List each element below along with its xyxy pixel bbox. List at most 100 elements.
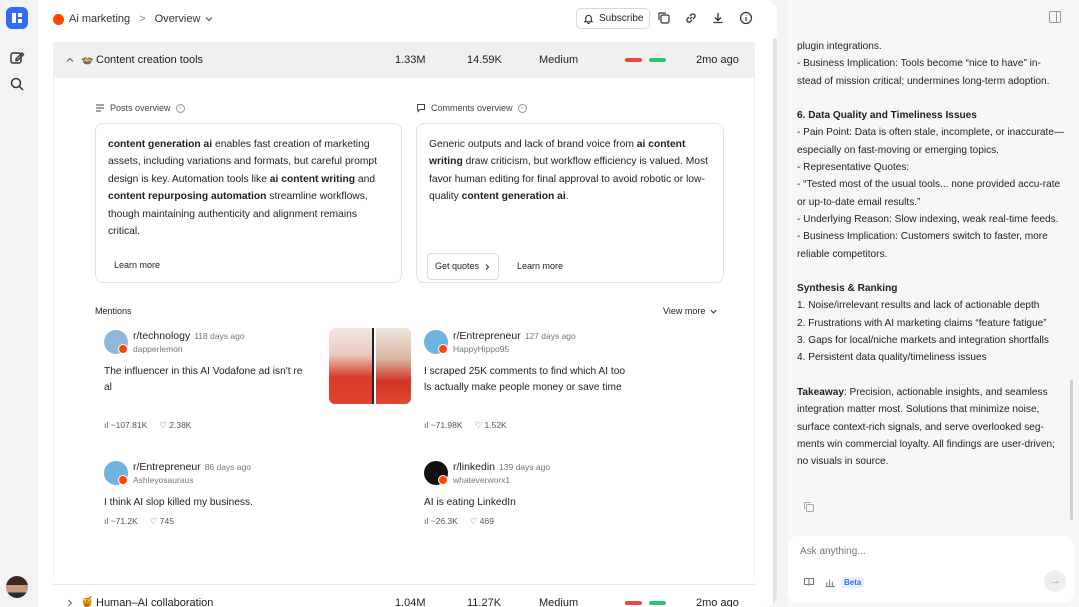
view-more-label: View more bbox=[663, 306, 706, 316]
response-gap bbox=[797, 90, 1065, 107]
reddit-badge-icon bbox=[118, 344, 128, 354]
views-value: ~107.81K bbox=[110, 420, 148, 430]
response-line: - Business Implication: Tools become “ni… bbox=[797, 58, 1050, 87]
mention-card[interactable]: r/technology 118 days ago dapperlemon The… bbox=[104, 330, 314, 440]
learn-more-button[interactable]: Learn more bbox=[106, 253, 168, 278]
likes-value: 2.38K bbox=[169, 420, 192, 430]
get-quotes-button[interactable]: Get quotes bbox=[427, 253, 500, 281]
assistant-scrollbar[interactable] bbox=[1070, 380, 1073, 520]
ask-tools: Beta bbox=[803, 576, 865, 588]
response-line: plugin integrations. bbox=[797, 41, 882, 52]
top-bar: Ai marketing > Overview Subscribe bbox=[38, 0, 777, 38]
views-count: ıl ~71.98K bbox=[424, 420, 463, 430]
chevron-up-icon[interactable] bbox=[65, 55, 75, 65]
comments-overview-actions: Get quotes Learn more bbox=[427, 253, 571, 281]
mention-text: I scraped 25K comments to find which AI … bbox=[424, 366, 626, 393]
logo-icon[interactable] bbox=[6, 7, 28, 29]
ask-input[interactable] bbox=[800, 546, 1030, 557]
left-rail bbox=[0, 0, 36, 607]
likes-value: 1.52K bbox=[484, 420, 507, 430]
mentions-label: Mentions bbox=[95, 306, 132, 316]
mention-user: dapperlemon bbox=[133, 344, 183, 354]
download-icon[interactable] bbox=[711, 11, 725, 25]
breadcrumb-current[interactable]: Overview bbox=[155, 13, 201, 25]
mention-card[interactable]: r/linkedin 139 days ago whateverworx1 AI … bbox=[424, 461, 634, 531]
copy-icon[interactable] bbox=[657, 11, 671, 25]
likes-value: 469 bbox=[479, 516, 494, 526]
response-line: - Business Implication: Customers switch… bbox=[797, 231, 1048, 260]
text-segment: and bbox=[355, 173, 376, 185]
mention-thumbnail[interactable] bbox=[329, 328, 411, 404]
likes-count: ♡ 1.52K bbox=[474, 420, 507, 430]
main-scrollbar[interactable] bbox=[773, 38, 777, 607]
comments-overview-text: Generic outputs and lack of brand voice … bbox=[429, 136, 711, 206]
posts-overview-actions: Learn more bbox=[106, 253, 168, 278]
topic-row[interactable]: 🍲 Content creation tools 1.33M 14.59K Me… bbox=[53, 42, 755, 78]
info-icon[interactable]: i bbox=[175, 103, 185, 113]
breadcrumb-separator: > bbox=[139, 13, 146, 25]
sentiment-negative-bar bbox=[625, 58, 642, 62]
mention-card[interactable]: r/Entrepreneur 86 days ago Ashleyosauraus… bbox=[104, 461, 314, 531]
chevron-right-icon[interactable] bbox=[65, 598, 75, 607]
sentiment-positive-bar bbox=[649, 600, 666, 605]
bar-chart-icon bbox=[825, 579, 836, 587]
mention-stats: ıl ~71.98K ♡ 1.52K bbox=[424, 420, 507, 431]
mention-user: HappyHippo95 bbox=[453, 344, 510, 354]
mention-text: I think AI slop killed my business. bbox=[104, 497, 253, 508]
book-icon[interactable] bbox=[803, 576, 815, 588]
beta-badge: Beta bbox=[841, 576, 865, 588]
topic-mentions: 1.33M bbox=[395, 54, 426, 66]
chevron-down-icon[interactable] bbox=[204, 14, 214, 24]
subreddit-name: r/linkedin bbox=[453, 461, 496, 473]
response-line: - Underlying Reason: Slow indexing, weak… bbox=[797, 213, 1059, 225]
topic-emoji: 🍯 bbox=[81, 597, 94, 607]
views-count: ıl ~26.3K bbox=[424, 516, 458, 526]
reddit-badge-icon bbox=[118, 475, 128, 485]
response-line: 1. Noise/irrelevant results and lack of … bbox=[797, 300, 1040, 312]
user-avatar[interactable] bbox=[6, 576, 28, 598]
view-more-button[interactable]: View more bbox=[663, 306, 718, 316]
panel-toggle-icon[interactable] bbox=[1049, 11, 1061, 23]
mention-subreddit[interactable]: r/Entrepreneur 127 days ago bbox=[453, 330, 576, 342]
topic-emoji: 🍲 bbox=[81, 54, 94, 66]
subscribe-button[interactable]: Subscribe bbox=[576, 8, 651, 29]
views-value: ~26.3K bbox=[430, 516, 458, 526]
topic-row[interactable]: 🍯 Human–AI collaboration 1.04M 11.27K Me… bbox=[53, 584, 755, 607]
mention-subreddit[interactable]: r/linkedin 139 days ago bbox=[453, 461, 550, 473]
mention-stats: ıl ~107.81K ♡ 2.38K bbox=[104, 420, 191, 431]
search-icon[interactable] bbox=[8, 75, 26, 93]
mention-age: 118 days ago bbox=[194, 331, 245, 341]
mention-subreddit[interactable]: r/technology 118 days ago bbox=[133, 330, 245, 342]
response-line: - Pain Point: Data is often stale, incom… bbox=[797, 127, 1065, 156]
comments-overview-header: Comments overview i bbox=[416, 103, 527, 113]
subreddit-name: r/Entrepreneur bbox=[453, 330, 521, 342]
get-quotes-label: Get quotes bbox=[435, 261, 480, 271]
mention-subreddit[interactable]: r/Entrepreneur 86 days ago bbox=[133, 461, 251, 473]
breadcrumb-root[interactable]: Ai marketing bbox=[69, 13, 130, 25]
info-icon[interactable]: i bbox=[517, 103, 527, 113]
chart-beta-toggle[interactable]: Beta bbox=[825, 576, 865, 588]
takeaway-label: Takeaway bbox=[797, 386, 844, 398]
response-line: - “Tested most of the usual tools... non… bbox=[797, 179, 1061, 208]
learn-more-button[interactable]: Learn more bbox=[509, 254, 571, 279]
response-line: - Representative Quotes: bbox=[797, 162, 910, 174]
takeaway-text: : Precision, actionable insights, and se… bbox=[797, 386, 1055, 468]
comments-overview-label: Comments overview bbox=[431, 103, 513, 113]
sentiment-bars bbox=[625, 600, 666, 605]
bell-icon bbox=[583, 14, 594, 24]
edit-icon[interactable] bbox=[8, 49, 26, 67]
response-gap bbox=[797, 263, 1065, 280]
copy-icon[interactable] bbox=[803, 501, 815, 513]
likes-count: ♡ 469 bbox=[469, 516, 494, 526]
views-count: ıl ~107.81K bbox=[104, 420, 148, 430]
mention-card[interactable]: r/Entrepreneur 127 days ago HappyHippo95 … bbox=[424, 330, 634, 440]
breadcrumb: Ai marketing > Overview bbox=[53, 13, 214, 25]
subscribe-label: Subscribe bbox=[599, 13, 644, 24]
mention-user: Ashleyosauraus bbox=[133, 475, 194, 485]
keyword: content repurposing automation bbox=[108, 191, 267, 203]
link-icon[interactable] bbox=[684, 11, 698, 25]
posts-overview-text: content generation ai enables fast creat… bbox=[108, 136, 389, 240]
info-icon[interactable] bbox=[739, 11, 753, 25]
likes-value: 745 bbox=[159, 516, 174, 526]
send-button[interactable]: → bbox=[1044, 570, 1066, 592]
